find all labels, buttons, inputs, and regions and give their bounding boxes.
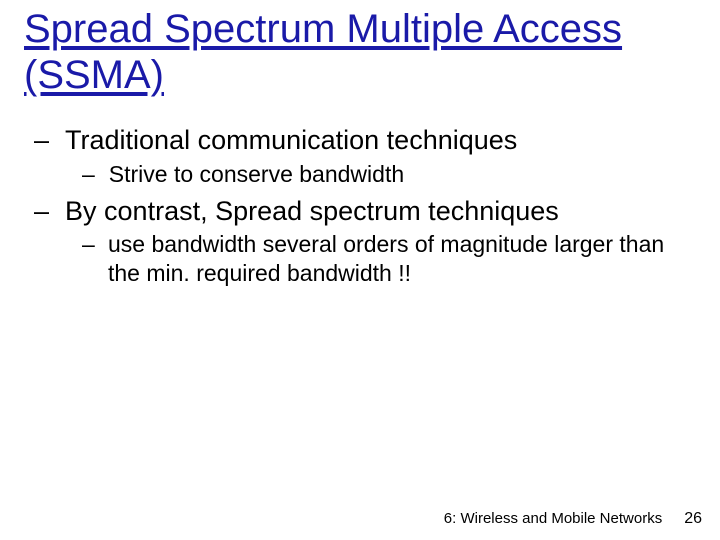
dash-icon: – bbox=[34, 124, 49, 158]
dash-icon: – bbox=[82, 160, 95, 189]
bullet-level1: – By contrast, Spread spectrum technique… bbox=[24, 195, 690, 229]
bullet-text: By contrast, Spread spectrum techniques bbox=[65, 195, 559, 229]
bullet-level2: – Strive to conserve bandwidth bbox=[24, 160, 690, 189]
footer-section: 6: Wireless and Mobile Networks bbox=[444, 510, 662, 527]
slide-footer: 6: Wireless and Mobile Networks 26 bbox=[444, 510, 702, 528]
bullet-text: Strive to conserve bandwidth bbox=[109, 160, 404, 189]
bullet-text: Traditional communication techniques bbox=[65, 124, 517, 158]
slide-body: – Traditional communication techniques –… bbox=[24, 118, 690, 294]
page-number: 26 bbox=[684, 510, 702, 528]
slide: Spread Spectrum Multiple Access (SSMA) –… bbox=[0, 0, 720, 540]
dash-icon: – bbox=[34, 195, 49, 229]
bullet-text: use bandwidth several orders of magnitud… bbox=[108, 230, 690, 288]
dash-icon: – bbox=[82, 230, 94, 288]
bullet-level2: – use bandwidth several orders of magnit… bbox=[24, 230, 690, 288]
slide-title: Spread Spectrum Multiple Access (SSMA) bbox=[24, 6, 680, 98]
bullet-level1: – Traditional communication techniques bbox=[24, 124, 690, 158]
